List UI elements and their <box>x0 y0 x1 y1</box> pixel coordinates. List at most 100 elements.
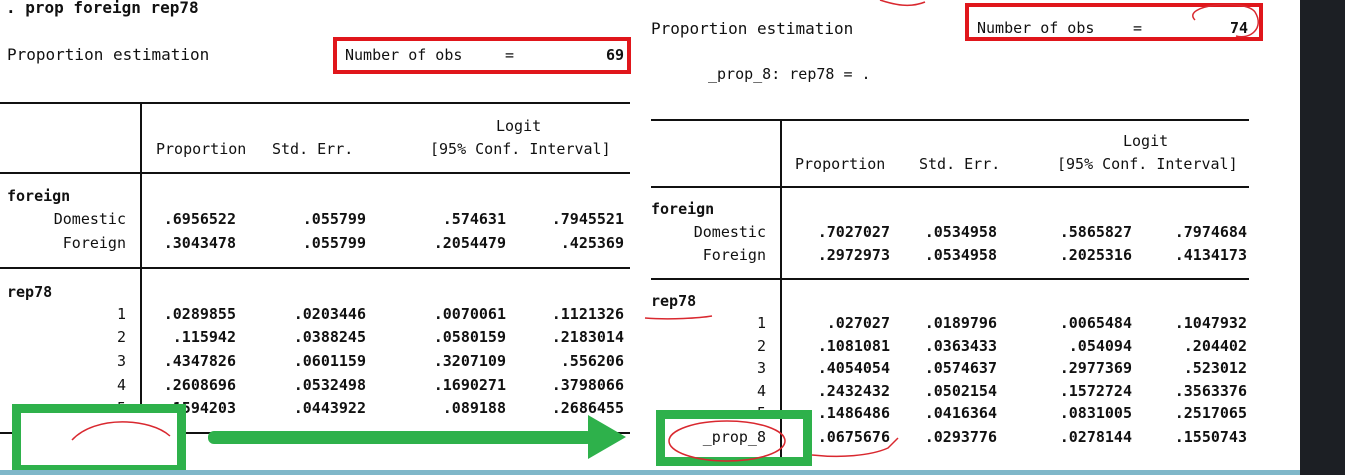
right-cell: .2517065 <box>1174 404 1247 422</box>
right-cell: .027027 <box>826 314 890 332</box>
right-cell: .1081081 <box>817 337 890 355</box>
left-green-highlight <box>12 404 186 474</box>
right-cell: .2025316 <box>1059 246 1132 264</box>
right-row-label: Foreign <box>702 246 766 264</box>
right-top-rule <box>651 119 1249 121</box>
left-cell: .1121326 <box>551 305 624 323</box>
right-row-label: 2 <box>756 337 766 355</box>
left-top-rule <box>0 102 630 104</box>
left-cell: .055799 <box>302 234 366 252</box>
right-cell: .0416364 <box>924 404 997 422</box>
right-cell: .0502154 <box>924 382 997 400</box>
left-cell: .2608696 <box>163 376 236 394</box>
left-header-rule <box>0 172 630 174</box>
right-cell: .0189796 <box>924 314 997 332</box>
left-nobs-label: Number of obs <box>345 46 463 64</box>
left-group-foreign: foreign <box>7 187 71 205</box>
right-ci-header: [95% Conf. Interval] <box>1057 155 1238 173</box>
left-ci-header: [95% Conf. Interval] <box>430 140 611 158</box>
left-cell: .574631 <box>442 210 506 228</box>
right-header-rule <box>651 186 1249 188</box>
left-proportion-header: Proportion <box>156 140 247 158</box>
right-cell: .0363433 <box>924 337 997 355</box>
left-cell: .0601159 <box>293 352 366 370</box>
green-arrow-head <box>588 415 626 459</box>
left-logit-header: Logit <box>496 117 542 135</box>
left-cell: .0388245 <box>293 328 366 346</box>
left-cell: .2686455 <box>551 399 624 417</box>
left-cell: .115942 <box>172 328 236 346</box>
right-missing-note: _prop_8: rep78 = . <box>708 65 871 83</box>
right-group-rule <box>651 278 1249 280</box>
right-nobs-label: Number of obs <box>977 19 1095 37</box>
right-cell: .7027027 <box>817 223 890 241</box>
red-pen-top-mark <box>879 0 926 7</box>
right-cell: .1047932 <box>1174 314 1247 332</box>
left-cell: .2054479 <box>433 234 506 252</box>
right-cell: .7974684 <box>1174 223 1247 241</box>
right-cell: .2432432 <box>817 382 890 400</box>
left-cell: .4347826 <box>163 352 236 370</box>
left-cell: .3798066 <box>551 376 624 394</box>
left-row-label: 2 <box>116 328 126 346</box>
right-cell: .204402 <box>1183 337 1247 355</box>
left-cell: .6956522 <box>163 210 236 228</box>
right-row-label: 3 <box>756 359 766 377</box>
left-group-rep78: rep78 <box>7 283 53 301</box>
left-cell: .0532498 <box>293 376 366 394</box>
left-col-divider <box>140 102 142 447</box>
right-row-label: 4 <box>756 382 766 400</box>
right-cell: .0065484 <box>1059 314 1132 332</box>
bottom-border <box>0 470 1300 475</box>
right-cell: .2977369 <box>1059 359 1132 377</box>
left-cell: .2183014 <box>551 328 624 346</box>
right-title: Proportion estimation <box>651 19 854 38</box>
right-cell: .3563376 <box>1174 382 1247 400</box>
left-cell: .425369 <box>560 234 624 252</box>
right-cell: .0293776 <box>924 428 997 446</box>
left-cell: .1690271 <box>433 376 506 394</box>
right-cell: .0574637 <box>924 359 997 377</box>
right-group-foreign: foreign <box>651 200 715 218</box>
left-nobs-eq: = <box>505 46 515 64</box>
right-cell: .4134173 <box>1174 246 1247 264</box>
left-cell: .0070061 <box>433 305 506 323</box>
left-row-label: Foreign <box>62 234 126 252</box>
window-edge <box>1300 0 1345 475</box>
left-group-rule <box>0 267 630 269</box>
right-cell: .523012 <box>1183 359 1247 377</box>
left-cell: .3207109 <box>433 352 506 370</box>
right-proportion-header: Proportion <box>795 155 886 173</box>
left-nobs-value: 69 <box>605 46 624 64</box>
right-logit-header: Logit <box>1123 132 1169 150</box>
left-cell: .055799 <box>302 210 366 228</box>
right-cell: .0278144 <box>1059 428 1132 446</box>
right-se-header: Std. Err. <box>919 155 1001 173</box>
left-cell: .0203446 <box>293 305 366 323</box>
right-cell: .054094 <box>1068 337 1132 355</box>
left-cell: .3043478 <box>163 234 236 252</box>
left-row-label: Domestic <box>53 210 126 228</box>
left-row-label: 3 <box>116 352 126 370</box>
left-se-header: Std. Err. <box>272 140 354 158</box>
left-cell: .556206 <box>560 352 624 370</box>
left-cell: .0580159 <box>433 328 506 346</box>
right-nobs-eq: = <box>1133 19 1143 37</box>
right-cell: .1572724 <box>1059 382 1132 400</box>
right-group-rep78: rep78 <box>651 292 697 310</box>
right-cell: .4054054 <box>817 359 890 377</box>
right-row-label: 1 <box>756 314 766 332</box>
stata-command: . prop foreign rep78 <box>6 0 199 17</box>
right-cell: .1550743 <box>1174 428 1247 446</box>
right-cell: .0831005 <box>1059 404 1132 422</box>
right-nobs-value: 74 <box>1229 19 1248 37</box>
right-cell: .2972973 <box>817 246 890 264</box>
left-cell: .7945521 <box>551 210 624 228</box>
right-cell: .0534958 <box>924 246 997 264</box>
left-cell: .0289855 <box>163 305 236 323</box>
right-green-highlight <box>656 410 812 466</box>
left-row-label: 4 <box>116 376 126 394</box>
left-title: Proportion estimation <box>7 45 210 64</box>
left-cell: .0443922 <box>293 399 366 417</box>
left-cell: .089188 <box>442 399 506 417</box>
